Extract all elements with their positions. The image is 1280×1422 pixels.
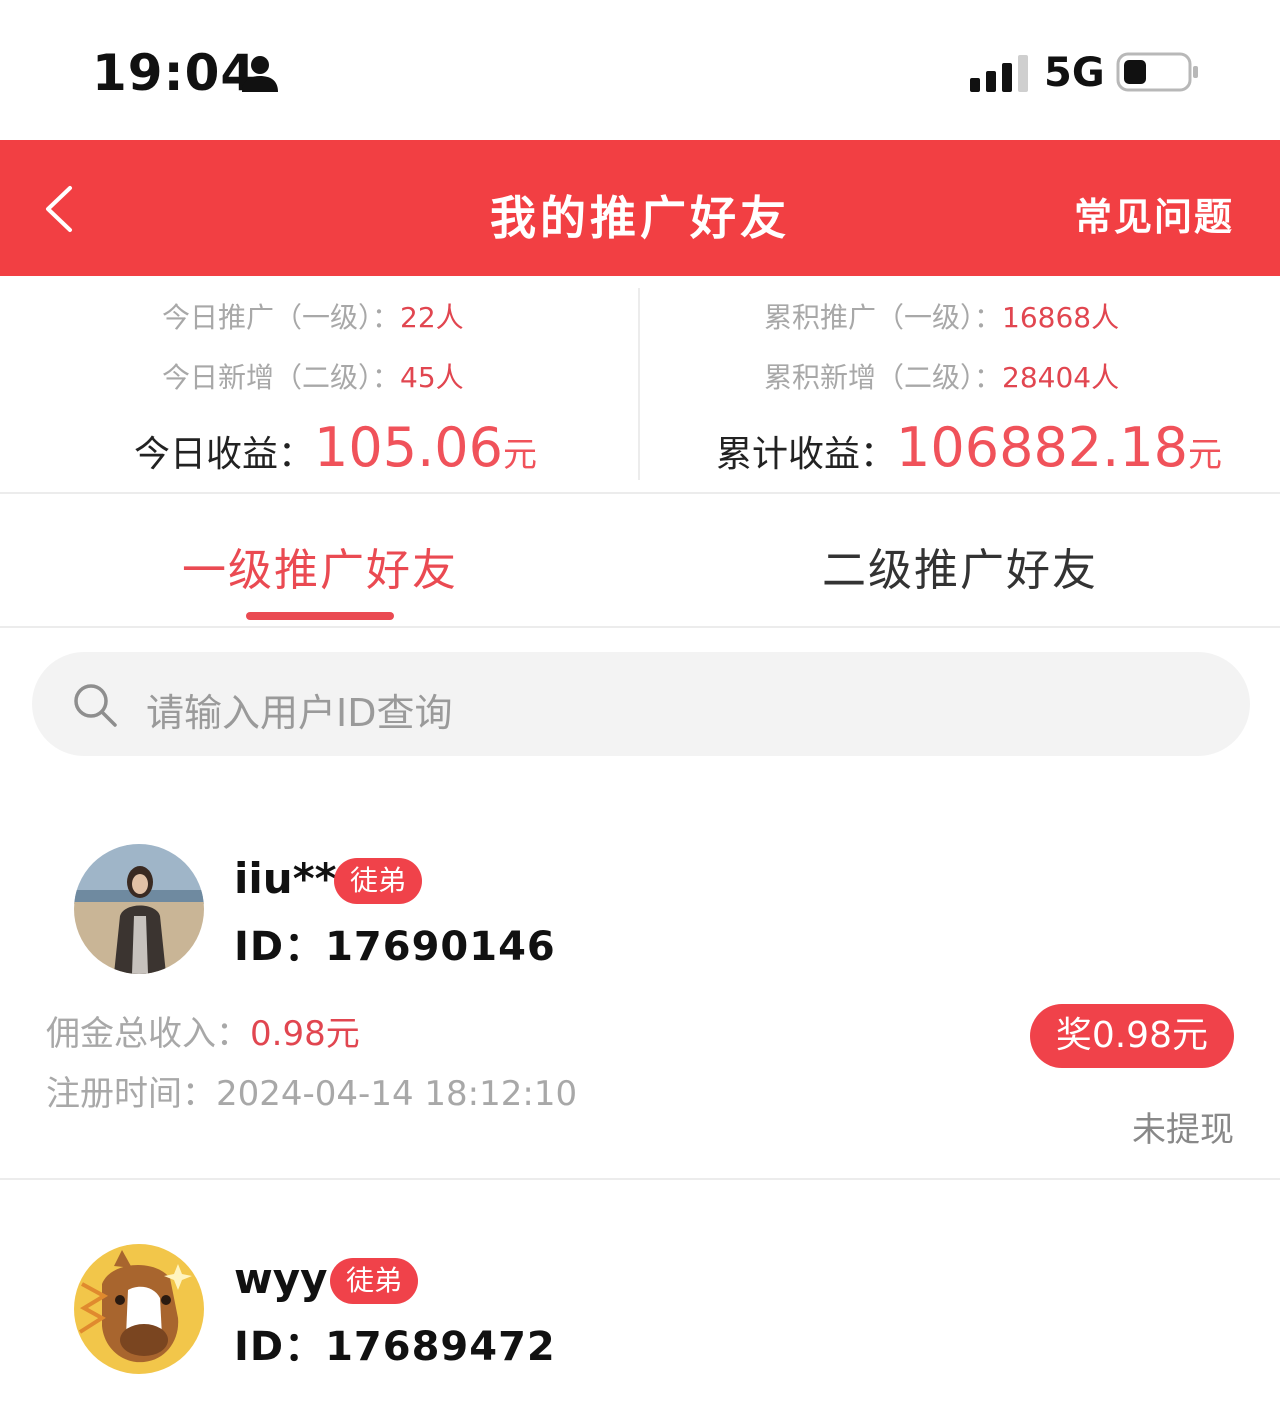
network-label: 5G bbox=[1044, 50, 1105, 96]
search-icon bbox=[74, 684, 117, 727]
today-income-amount: 105.06 bbox=[314, 416, 503, 479]
today-promo-label: 今日推广（一级）： bbox=[162, 301, 401, 334]
total-new-label: 累积新增（二级）： bbox=[764, 361, 1003, 394]
total-new-value: 28404人 bbox=[1002, 361, 1120, 394]
total-income-label: 累计收益： bbox=[716, 434, 897, 475]
total-promo-value: 16868人 bbox=[1002, 301, 1120, 334]
search-input[interactable]: 请输入用户ID查询 bbox=[32, 652, 1250, 756]
commission-value: 0.98元 bbox=[250, 1014, 360, 1054]
friend-name: wyy bbox=[234, 1254, 328, 1303]
today-income-unit: 元 bbox=[502, 435, 537, 475]
faq-link[interactable]: 常见问题 bbox=[1074, 186, 1234, 241]
nav-header: 我的推广好友 常见问题 bbox=[0, 140, 1280, 276]
signal-icon bbox=[970, 55, 1028, 92]
reward-button[interactable]: 奖0.98元 bbox=[1029, 1004, 1234, 1068]
registration-time: 注册时间：2024-04-14 18:12:10 bbox=[46, 1074, 578, 1114]
user-avatar[interactable] bbox=[74, 844, 204, 974]
total-income-amount: 106882.18 bbox=[896, 416, 1189, 479]
today-new-label: 今日新增（二级）： bbox=[162, 361, 401, 394]
stats-divider bbox=[638, 288, 640, 480]
total-new-stat: 累积新增（二级）：28404人 bbox=[764, 356, 1119, 396]
person-icon bbox=[242, 56, 278, 92]
today-new-stat: 今日新增（二级）：45人 bbox=[162, 356, 464, 396]
commission-label: 佣金总收入： bbox=[46, 1014, 250, 1054]
battery-icon bbox=[1116, 52, 1198, 92]
tab-level1-friends[interactable]: 一级推广好友 bbox=[182, 534, 458, 598]
today-income: 今日收益：105.06元 bbox=[134, 416, 537, 479]
total-income-unit: 元 bbox=[1188, 435, 1223, 475]
today-income-label: 今日收益： bbox=[134, 434, 315, 475]
withdraw-status: 未提现 bbox=[1132, 1110, 1234, 1150]
total-income: 累计收益：106882.18元 bbox=[716, 416, 1222, 479]
tab-level2-friends[interactable]: 二级推广好友 bbox=[822, 534, 1098, 598]
status-bar: 19:04 5G bbox=[0, 0, 1280, 140]
friend-id: ID：17690146 bbox=[234, 924, 556, 970]
friend-list-item[interactable]: wyy 徒弟 ID：17689472 bbox=[0, 1242, 1280, 1422]
role-badge: 徒弟 bbox=[334, 858, 423, 904]
total-promo-label: 累积推广（一级）： bbox=[764, 301, 1003, 334]
today-new-value: 45人 bbox=[400, 361, 464, 394]
friend-name: iiu** bbox=[234, 854, 337, 903]
today-promo-value: 22人 bbox=[400, 301, 464, 334]
stats-panel: 今日推广（一级）：22人 今日新增（二级）：45人 今日收益：105.06元 累… bbox=[0, 276, 1280, 494]
today-promo-stat: 今日推广（一级）：22人 bbox=[162, 296, 464, 336]
friend-id: ID：17689472 bbox=[234, 1324, 556, 1370]
active-tab-indicator bbox=[246, 612, 394, 620]
friend-level-tabs: 一级推广好友 二级推广好友 bbox=[0, 494, 1280, 628]
commission-total: 佣金总收入：0.98元 bbox=[46, 1006, 360, 1055]
search-placeholder: 请输入用户ID查询 bbox=[146, 691, 453, 735]
friend-list-item[interactable]: iiu** 徒弟 ID：17690146 佣金总收入：0.98元 注册时间：20… bbox=[0, 842, 1280, 1180]
user-avatar[interactable] bbox=[74, 1244, 204, 1374]
total-promo-stat: 累积推广（一级）：16868人 bbox=[764, 296, 1119, 336]
role-badge: 徒弟 bbox=[330, 1258, 419, 1304]
status-time: 19:04 bbox=[92, 44, 257, 102]
